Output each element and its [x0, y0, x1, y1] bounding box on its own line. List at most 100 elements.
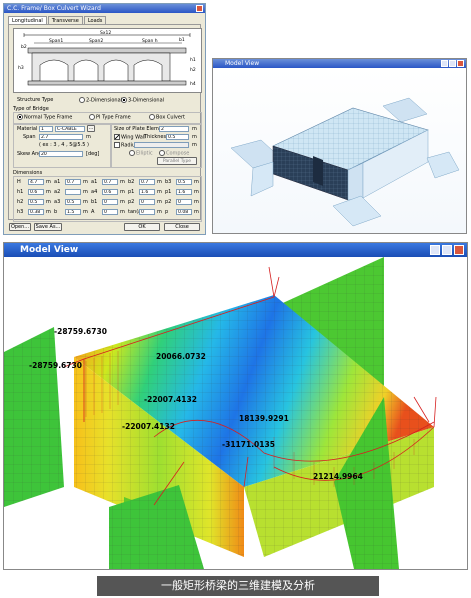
span-field[interactable]: 2.7 [39, 134, 83, 140]
close-icon[interactable] [457, 60, 464, 67]
dim-value-col3-2[interactable]: 0 [102, 199, 118, 205]
parallel-type-select[interactable]: Parallel Type [157, 157, 197, 165]
diagram-h4-label: h4 [190, 81, 196, 87]
tab-transverse[interactable]: Transverse [47, 16, 83, 24]
dim-unit-col4-0: m [157, 179, 162, 185]
close-button[interactable]: Close [164, 223, 200, 231]
dim-value-col2-1[interactable] [65, 189, 81, 195]
dim-value-col1-0[interactable]: 4.7 [28, 179, 44, 185]
dim-key-col2-2: a3 [54, 199, 61, 205]
dim-key-col2-3: b [54, 209, 58, 215]
minimize-icon[interactable] [430, 245, 440, 255]
thickness-field[interactable]: 0.5 [166, 134, 189, 140]
wing-wall-checkbox[interactable]: Wing Wall [114, 134, 146, 141]
dim-value-col2-2[interactable]: 0.5 [65, 199, 81, 205]
dim-unit-col3-0: m [120, 179, 125, 185]
figure-caption: 一般矩形桥梁的三维建模及分析 [97, 576, 379, 596]
span-unit: m [86, 134, 91, 140]
dim-unit-col3-1: m [120, 189, 125, 195]
result-label-8: 21214.9964 [313, 472, 363, 481]
dim-value-col2-0[interactable]: 0.7 [65, 179, 81, 185]
dim-unit-col4-2: m [157, 199, 162, 205]
dim-value-col5-3[interactable]: 0.08 [176, 209, 192, 215]
dim-key-col2-0: a1 [54, 179, 61, 185]
dim-value-col3-3[interactable]: 0 [102, 209, 118, 215]
dim-key-col3-3: A [91, 209, 95, 215]
save-as-button[interactable]: Save As... [34, 223, 62, 231]
tab-loads[interactable]: Loads [83, 16, 107, 24]
large-model-view-window: Model View -28759.6730 -28759.6730 20066… [3, 242, 468, 570]
small-model-view-window: Model View [212, 58, 467, 234]
dim-value-col4-0[interactable]: 0.7 [139, 179, 155, 185]
skew-angle-unit: [deg] [86, 151, 100, 157]
wizard-close-icon[interactable] [196, 5, 203, 12]
dim-value-col4-3[interactable]: 0 [139, 209, 155, 215]
material-more-button[interactable]: ... [87, 125, 95, 132]
ok-button[interactable]: OK [124, 223, 160, 231]
wizard-title: C.C. Frame/ Box Culvert Wizard [4, 4, 205, 13]
dim-unit-col2-3: m [83, 209, 88, 215]
elliptic-radio[interactable]: Elliptic [129, 150, 153, 157]
small-model-canvas[interactable] [213, 68, 466, 233]
wizard-body: Sx12 Span1 Span2 Span h b1 b2 h1 h2 h3 h… [8, 24, 202, 222]
diagram-total-label: Sx12 [100, 30, 111, 36]
dim-key-col5-1: p1 [165, 189, 172, 195]
dim-unit-col4-3: m [157, 209, 162, 215]
large-view-title: Model View [4, 243, 467, 257]
compose-radio-icon [159, 150, 165, 156]
result-label-7: -31171.0135 [222, 440, 275, 449]
dim-key-col2-1: a2 [54, 189, 61, 195]
result-label-5: -22007.4132 [122, 422, 175, 431]
material-id-field[interactable]: 1 [39, 126, 53, 132]
dim-key-col1-2: h2 [17, 199, 24, 205]
wizard-tabs: Longitudinal Transverse Loads [8, 16, 107, 24]
radio-2d[interactable]: 2-Dimensional [79, 97, 122, 104]
dim-key-col1-3: h3 [17, 209, 24, 215]
dim-unit-col3-3: m [120, 209, 125, 215]
dim-value-col5-2[interactable]: 0 [176, 199, 192, 205]
span-label: Span [23, 134, 36, 140]
result-label-6: 18139.9291 [239, 414, 289, 423]
dim-value-col1-3[interactable]: 0.38 [28, 209, 44, 215]
close-icon[interactable] [454, 245, 464, 255]
minimize-icon[interactable] [441, 60, 448, 67]
dim-unit-col2-2: m [83, 199, 88, 205]
large-model-canvas[interactable]: -28759.6730 -28759.6730 20066.0732 -2200… [4, 257, 467, 569]
radio-box-culvert[interactable]: Box Culvert [149, 114, 185, 121]
compose-radio[interactable]: Compose [159, 150, 189, 157]
radio-3d[interactable]: 3-Dimensional [121, 97, 164, 104]
maximize-icon[interactable] [449, 60, 456, 67]
dim-unit-col2-0: m [83, 179, 88, 185]
dim-value-col2-3[interactable]: 1.5 [65, 209, 81, 215]
dim-unit-col1-0: m [46, 179, 51, 185]
diagram-span2-label: Span2 [89, 38, 103, 44]
result-label-4: -22007.4132 [144, 395, 197, 404]
material-name-select[interactable]: C-CABLE [55, 126, 85, 132]
plate-size-unit: m [192, 126, 197, 132]
frame-diagram: Sx12 Span1 Span2 Span h b1 b2 h1 h2 h3 h… [13, 28, 202, 93]
frame-diagram-svg: Sx12 Span1 Span2 Span h b1 b2 h1 h2 h3 h… [18, 30, 196, 87]
dim-key-col5-2: p2 [165, 199, 172, 205]
dim-value-col1-1[interactable]: 0.6 [28, 189, 44, 195]
dim-value-col4-2[interactable]: 0 [139, 199, 155, 205]
dim-value-col5-1[interactable]: 1.6 [176, 189, 192, 195]
open-button[interactable]: Open... [9, 223, 31, 231]
radio-pi-frame[interactable]: PI Type Frame [89, 114, 131, 121]
dim-value-col3-1[interactable]: 0.6 [102, 189, 118, 195]
radius-field[interactable] [134, 142, 189, 148]
maximize-icon[interactable] [442, 245, 452, 255]
wizard-window: C.C. Frame/ Box Culvert Wizard Longitudi… [3, 3, 206, 235]
radio-pi-icon [89, 114, 95, 120]
dim-value-col5-0[interactable]: 0.5 [176, 179, 192, 185]
dim-value-col3-0[interactable]: 0.7 [102, 179, 118, 185]
radio-normal-frame[interactable]: Normal Type Frame [17, 114, 72, 121]
dim-value-col1-2[interactable]: 0.5 [28, 199, 44, 205]
dim-value-col4-1[interactable]: 1.6 [139, 189, 155, 195]
dim-unit-col1-2: m [46, 199, 51, 205]
tab-longitudinal[interactable]: Longitudinal [8, 16, 47, 24]
plate-size-field[interactable]: 2 [159, 126, 189, 132]
dim-key-col3-0: a1 [91, 179, 98, 185]
diagram-spanh-label: Span h [142, 38, 158, 44]
large-view-window-controls [430, 245, 464, 255]
skew-angle-field[interactable]: 20 [39, 151, 83, 157]
